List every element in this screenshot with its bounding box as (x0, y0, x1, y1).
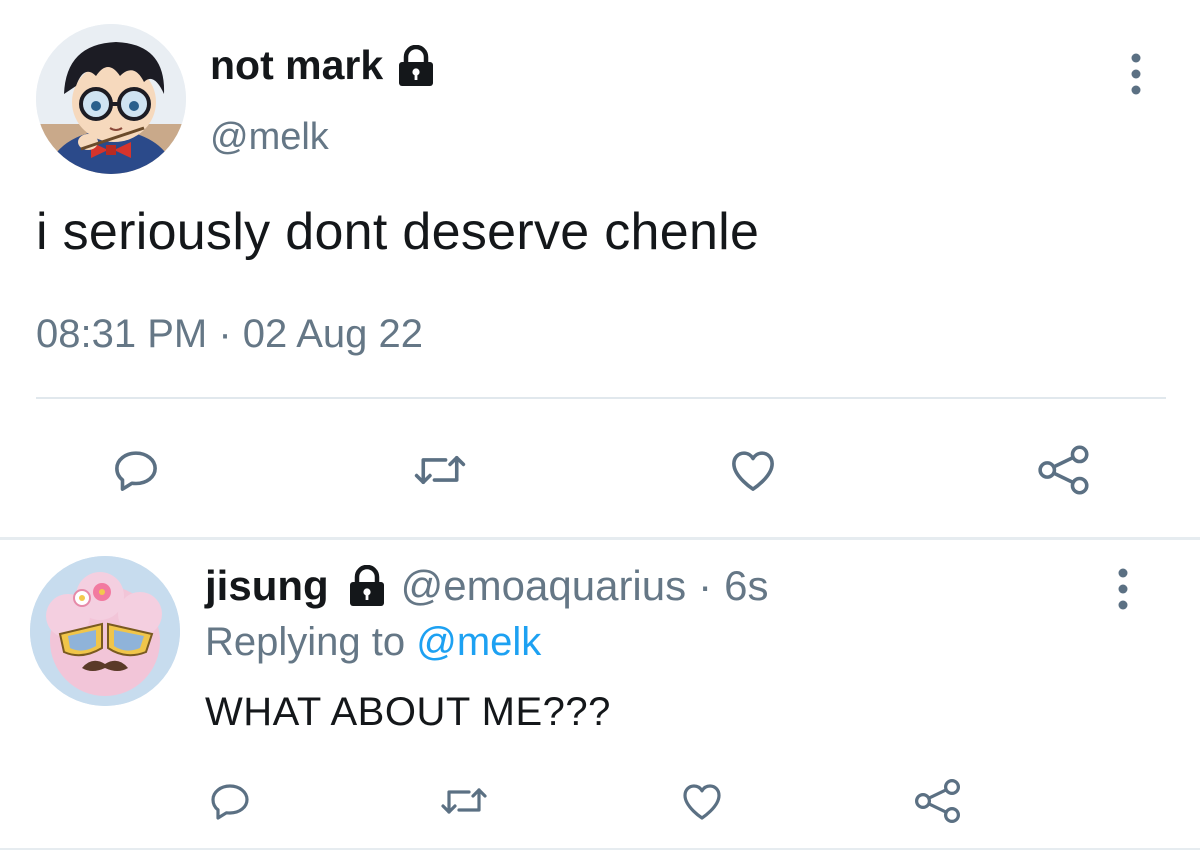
heart-icon (732, 451, 774, 491)
reply-user-handle[interactable]: @emoaquarius (401, 562, 686, 610)
divider (0, 848, 1200, 850)
reply-avatar[interactable] (30, 556, 180, 706)
retweet-icon (441, 788, 487, 814)
retweet-icon (414, 455, 466, 485)
replying-mention-link[interactable]: @melk (416, 620, 541, 664)
reply-display-name[interactable]: jisung (205, 562, 329, 610)
replying-prefix: Replying to (205, 620, 406, 664)
lock-icon (347, 564, 387, 607)
reply-icon (115, 451, 157, 491)
section-divider (0, 537, 1200, 540)
reply-share-button[interactable] (910, 774, 966, 828)
display-name-text: not mark (210, 42, 384, 88)
more-vertical-icon (1118, 568, 1128, 610)
tweet-time: 08:31 PM (36, 312, 208, 356)
reply-timestamp[interactable]: 6s (724, 562, 768, 610)
more-vertical-icon (1131, 53, 1141, 95)
reply-tweet-text: WHAT ABOUT ME??? (205, 690, 611, 734)
reply-button[interactable] (104, 440, 168, 500)
reply-more-options-button[interactable] (1105, 563, 1141, 615)
reply-like-button[interactable] (674, 774, 730, 828)
display-name[interactable]: not mark (210, 42, 435, 89)
reply-header: jisung @emoaquarius · 6s (205, 562, 768, 610)
like-button[interactable] (721, 440, 785, 500)
share-button[interactable] (1032, 440, 1096, 500)
divider (36, 397, 1166, 399)
retweet-button[interactable] (408, 440, 472, 500)
reply-retweet-button[interactable] (436, 774, 492, 828)
meta-separator: · (698, 562, 713, 609)
tweet-timestamp[interactable]: 08:31 PM · 02 Aug 22 (36, 312, 423, 357)
avatar-image (36, 24, 186, 174)
avatar-image (30, 556, 180, 706)
meta-separator: · (218, 312, 232, 356)
tweet-date: 02 Aug 22 (242, 312, 423, 356)
heart-icon (683, 784, 721, 820)
more-options-button[interactable] (1118, 48, 1154, 100)
share-icon (914, 778, 960, 824)
replying-to: Replying to @melk (205, 620, 541, 665)
share-icon (1038, 445, 1089, 495)
avatar[interactable] (36, 24, 186, 174)
user-handle[interactable]: @melk (210, 116, 329, 159)
tweet-text: i seriously dont deserve chenle (36, 203, 760, 261)
tweet-detail-page: not mark @melk i seriously dont deserve … (0, 0, 1200, 852)
reply-reply-button[interactable] (202, 774, 258, 828)
lock-icon (397, 44, 435, 87)
reply-icon (211, 784, 249, 820)
